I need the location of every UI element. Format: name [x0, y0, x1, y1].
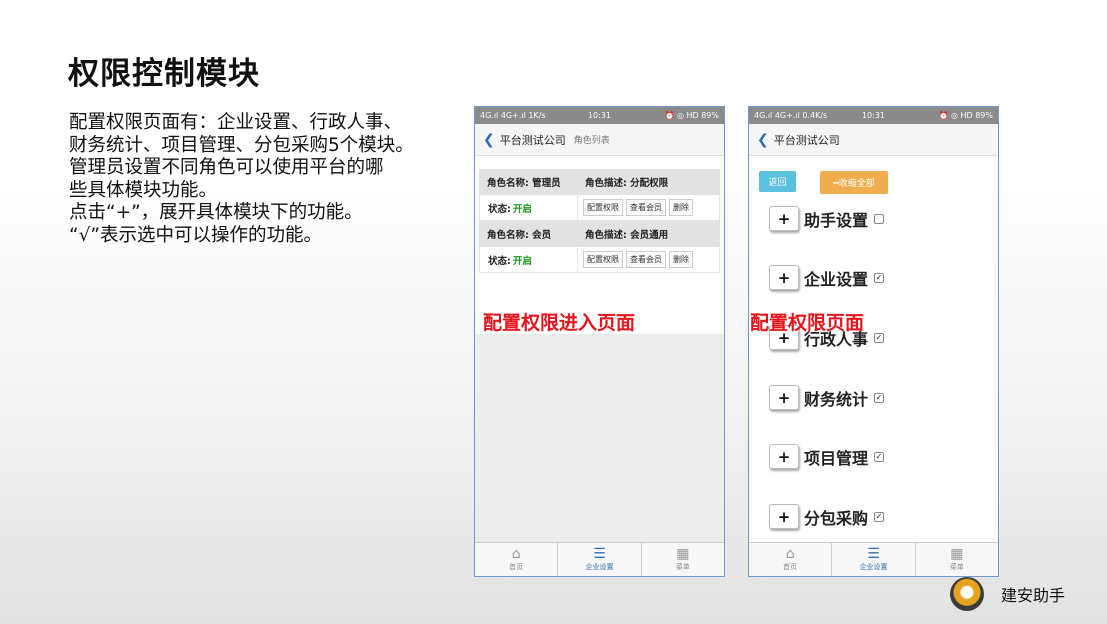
expand-plus-button[interactable]: + — [769, 444, 799, 469]
module-checkbox[interactable]: ✓ — [874, 272, 885, 283]
module-label: 项目管理 — [804, 448, 869, 468]
tab-bar: ⌂ 首页 ☰ 企业设置 ▦ 菜单 — [475, 542, 724, 576]
status-right: ⏰ ◎ HD 89% — [938, 111, 993, 120]
status-label: 状态: — [488, 203, 511, 215]
config-permission-button[interactable]: 配置权限 — [583, 251, 623, 268]
config-permission-button[interactable]: 配置权限 — [583, 199, 623, 216]
status-right: ⏰ ◎ HD 89% — [664, 111, 719, 120]
status-value: 开启 — [512, 203, 532, 215]
role-status: 状态: 开启 — [480, 195, 578, 220]
tab-menu[interactable]: ▦ 菜单 — [642, 543, 724, 576]
tab-label: 首页 — [509, 563, 524, 571]
expand-plus-button[interactable]: + — [769, 265, 799, 290]
module-assistant-settings: + 助手设置 — [769, 206, 885, 231]
module-enterprise-settings: + 企业设置 ✓ — [769, 265, 885, 290]
desc-line-3: 管理员设置不同角色可以使用平台的哪 — [69, 157, 384, 178]
expand-plus-button[interactable]: + — [769, 504, 799, 529]
module-finance-stats: + 财务统计 ✓ — [769, 385, 885, 410]
module-label: 分包采购 — [804, 508, 869, 528]
role-header-member: 角色名称: 会员 角色描述: 会员通用 — [479, 221, 720, 247]
module-checkbox[interactable]: ✓ — [874, 392, 885, 403]
grid-icon: ▦ — [950, 546, 964, 562]
module-subcontract-procurement: + 分包采购 ✓ — [769, 504, 885, 529]
module-checkbox[interactable]: ✓ — [874, 511, 885, 522]
tab-enterprise-settings[interactable]: ☰ 企业设置 — [832, 543, 916, 576]
expand-plus-button[interactable]: + — [769, 206, 799, 231]
caption-permission-page: 配置权限页面 — [750, 312, 865, 334]
nav-title: 平台测试公司 — [499, 133, 566, 147]
delete-button[interactable]: 删除 — [669, 199, 693, 216]
module-checkbox[interactable] — [874, 213, 885, 224]
sliders-icon: ☰ — [593, 546, 606, 562]
module-checkbox[interactable]: ✓ — [874, 451, 885, 462]
back-chevron-icon[interactable]: ❮ — [757, 132, 769, 148]
nav-title: 平台测试公司 — [773, 133, 840, 147]
tab-home[interactable]: ⌂ 首页 — [749, 543, 833, 576]
role-desc: 角色描述: 分配权限 — [585, 178, 669, 189]
status-signal: 4G.ıl 4G+.ıl 0.4K/s — [754, 111, 828, 120]
role-status: 状态: 开启 — [480, 247, 578, 272]
role-table: 角色名称: 管理员 角色描述: 分配权限 状态: 开启 配置权限 查看会员 删除… — [479, 169, 720, 273]
module-label: 财务统计 — [804, 389, 869, 409]
module-project-management: + 项目管理 ✓ — [769, 444, 885, 469]
status-label: 状态: — [488, 255, 511, 267]
tab-label: 首页 — [783, 563, 798, 571]
tab-bar: ⌂ 首页 ☰ 企业设置 ▦ 菜单 — [749, 542, 998, 576]
role-header-admin: 角色名称: 管理员 角色描述: 分配权限 — [479, 169, 720, 195]
status-bar: 4G.ıl 4G+.ıl 0.4K/s 10:31 ⏰ ◎ HD 89% — [749, 107, 998, 124]
tab-enterprise-settings[interactable]: ☰ 企业设置 — [558, 543, 642, 576]
brand-name: 建安助手 — [1001, 586, 1066, 605]
role-actions: 配置权限 查看会员 删除 — [578, 251, 693, 268]
nav-bar: ❮ 平台测试公司 角色列表 — [475, 124, 724, 156]
tab-label: 菜单 — [675, 563, 690, 571]
desc-line-2: 财务统计、项目管理、分包采购5个模块。 — [69, 134, 414, 156]
desc-line-4: 些具体模块功能。 — [69, 179, 218, 201]
grid-icon: ▦ — [676, 546, 690, 562]
tab-label: 企业设置 — [585, 563, 614, 571]
role-row-admin: 状态: 开启 配置权限 查看会员 删除 — [479, 195, 720, 221]
role-desc: 角色描述: 会员通用 — [585, 230, 669, 241]
delete-button[interactable]: 删除 — [669, 251, 693, 268]
nav-bar: ❮ 平台测试公司 — [749, 124, 998, 156]
view-members-button[interactable]: 查看会员 — [626, 251, 666, 268]
brand-logo-icon — [950, 577, 984, 611]
slide-title: 权限控制模块 — [68, 56, 260, 92]
phone-role-list: 4G.ıl 4G+.ıl 1K/s 10:31 ⏰ ◎ HD 89% ❮ 平台测… — [474, 106, 725, 577]
nav-subtitle: 角色列表 — [573, 136, 610, 146]
slide-description: 配置权限页面有：企业设置、行政人事、 财务统计、项目管理、分包采购5个模块。 管… — [69, 112, 459, 247]
tab-menu[interactable]: ▦ 菜单 — [916, 543, 998, 576]
desc-line-6: “√”表示选中可以操作的功能。 — [69, 224, 322, 246]
back-chevron-icon[interactable]: ❮ — [483, 132, 495, 148]
view-members-button[interactable]: 查看会员 — [626, 199, 666, 216]
module-label: 企业设置 — [804, 269, 869, 289]
desc-line-5: 点击“+”，展开具体模块下的功能。 — [69, 202, 363, 223]
brand: 建安助手 — [950, 577, 1065, 611]
role-name: 角色名称: 管理员 — [487, 178, 561, 189]
module-checkbox[interactable]: ✓ — [874, 332, 885, 343]
role-row-member: 状态: 开启 配置权限 查看会员 删除 — [479, 247, 720, 273]
collapse-all-button[interactable]: ━收缩全部 — [820, 171, 888, 194]
tab-label: 企业设置 — [859, 563, 888, 571]
back-button[interactable]: 返回 — [759, 171, 796, 192]
home-icon: ⌂ — [785, 546, 795, 562]
sliders-icon: ☰ — [867, 546, 880, 562]
tab-label: 菜单 — [949, 563, 964, 571]
status-signal: 4G.ıl 4G+.ıl 1K/s — [480, 111, 546, 120]
status-bar: 4G.ıl 4G+.ıl 1K/s 10:31 ⏰ ◎ HD 89% — [475, 107, 724, 124]
expand-plus-button[interactable]: + — [769, 385, 799, 410]
status-value: 开启 — [512, 255, 532, 267]
role-actions: 配置权限 查看会员 删除 — [578, 199, 693, 216]
phone-permission-config: 4G.ıl 4G+.ıl 0.4K/s 10:31 ⏰ ◎ HD 89% ❮ 平… — [748, 106, 999, 577]
empty-content-area — [475, 334, 724, 542]
caption-role-entry: 配置权限进入页面 — [483, 312, 636, 334]
desc-line-1: 配置权限页面有：企业设置、行政人事、 — [69, 112, 403, 133]
role-name: 角色名称: 会员 — [487, 230, 552, 241]
tab-home[interactable]: ⌂ 首页 — [475, 543, 559, 576]
home-icon: ⌂ — [511, 546, 521, 562]
module-label: 助手设置 — [804, 210, 869, 230]
